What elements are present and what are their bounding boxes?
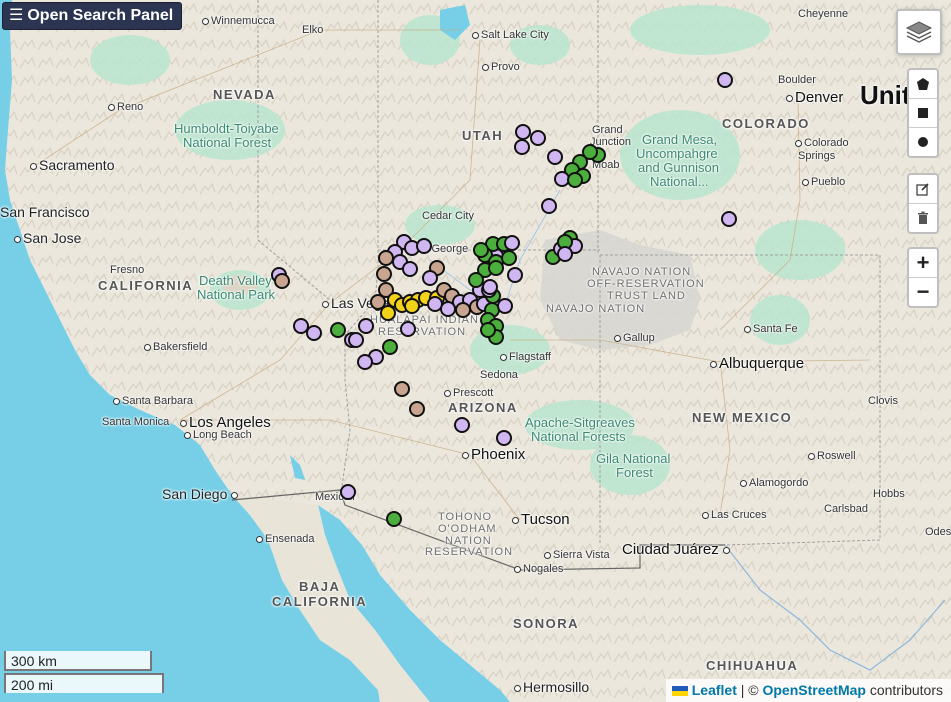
leaflet-link[interactable]: Leaflet <box>692 682 737 698</box>
site-marker-purple[interactable] <box>340 484 356 500</box>
site-marker-purple[interactable] <box>504 235 520 251</box>
site-marker-purple[interactable] <box>348 332 364 348</box>
trash-icon <box>918 211 928 224</box>
site-marker-green[interactable] <box>480 322 496 338</box>
draw-polygon-button[interactable] <box>909 70 937 99</box>
site-marker-purple[interactable] <box>357 354 373 370</box>
site-marker-purple[interactable] <box>400 321 416 337</box>
site-marker-tan[interactable] <box>394 381 410 397</box>
site-marker-green[interactable] <box>382 339 398 355</box>
site-marker-purple[interactable] <box>293 318 309 334</box>
site-marker-purple[interactable] <box>530 130 546 146</box>
layers-icon <box>905 21 933 43</box>
attribution: Leaflet | © OpenStreetMap contributors <box>665 679 951 702</box>
site-marker-green[interactable] <box>567 172 583 188</box>
site-marker-green[interactable] <box>386 511 402 527</box>
zoom-in-button[interactable]: + <box>909 249 937 278</box>
site-marker-purple[interactable] <box>547 149 563 165</box>
site-marker-purple[interactable] <box>721 211 737 227</box>
site-marker-tan[interactable] <box>376 266 392 282</box>
site-marker-purple[interactable] <box>454 417 470 433</box>
rectangle-icon <box>918 108 928 118</box>
edit-icon <box>916 183 929 196</box>
zoom-control: + − <box>907 247 939 308</box>
scale-metric: 300 km <box>4 651 152 671</box>
site-marker-purple[interactable] <box>496 430 512 446</box>
site-marker-purple[interactable] <box>514 139 530 155</box>
site-marker-purple[interactable] <box>416 238 432 254</box>
draw-circle-button[interactable] <box>909 128 937 156</box>
site-marker-purple[interactable] <box>482 279 498 295</box>
basemap <box>0 0 951 702</box>
site-marker-purple[interactable] <box>507 267 523 283</box>
site-marker-purple[interactable] <box>717 72 733 88</box>
site-marker-tan[interactable] <box>409 401 425 417</box>
polygon-icon <box>917 78 929 90</box>
hamburger-icon: ☰ <box>9 7 24 24</box>
map-canvas[interactable]: NEVADA UTAH COLORADO CALIFORNIA ARIZONA … <box>0 0 951 702</box>
zoom-out-button[interactable]: − <box>909 278 937 306</box>
site-marker-green[interactable] <box>473 242 489 258</box>
site-marker-tan[interactable] <box>455 302 471 318</box>
site-marker-purple[interactable] <box>515 124 531 140</box>
draw-toolbar <box>907 68 939 158</box>
openstreetmap-link[interactable]: OpenStreetMap <box>762 682 865 698</box>
site-marker-purple[interactable] <box>358 318 374 334</box>
open-search-panel-button[interactable]: ☰ Open Search Panel <box>2 2 183 30</box>
layers-control-button[interactable] <box>896 9 942 55</box>
circle-icon <box>918 137 928 147</box>
edit-toolbar <box>907 173 939 234</box>
site-marker-green[interactable] <box>330 322 346 338</box>
site-marker-tan[interactable] <box>274 273 290 289</box>
site-marker-green[interactable] <box>501 250 517 266</box>
ukraine-flag-icon <box>671 686 688 697</box>
site-marker-tan[interactable] <box>378 250 394 266</box>
draw-rectangle-button[interactable] <box>909 99 937 128</box>
edit-layers-button[interactable] <box>909 175 937 204</box>
site-marker-purple[interactable] <box>440 301 456 317</box>
site-marker-purple[interactable] <box>541 198 557 214</box>
site-marker-purple[interactable] <box>557 246 573 262</box>
delete-layers-button[interactable] <box>909 204 937 232</box>
scale-imperial: 200 mi <box>4 673 164 693</box>
site-marker-purple[interactable] <box>402 261 418 277</box>
site-marker-yellow[interactable] <box>404 298 420 314</box>
site-marker-purple[interactable] <box>422 270 438 286</box>
